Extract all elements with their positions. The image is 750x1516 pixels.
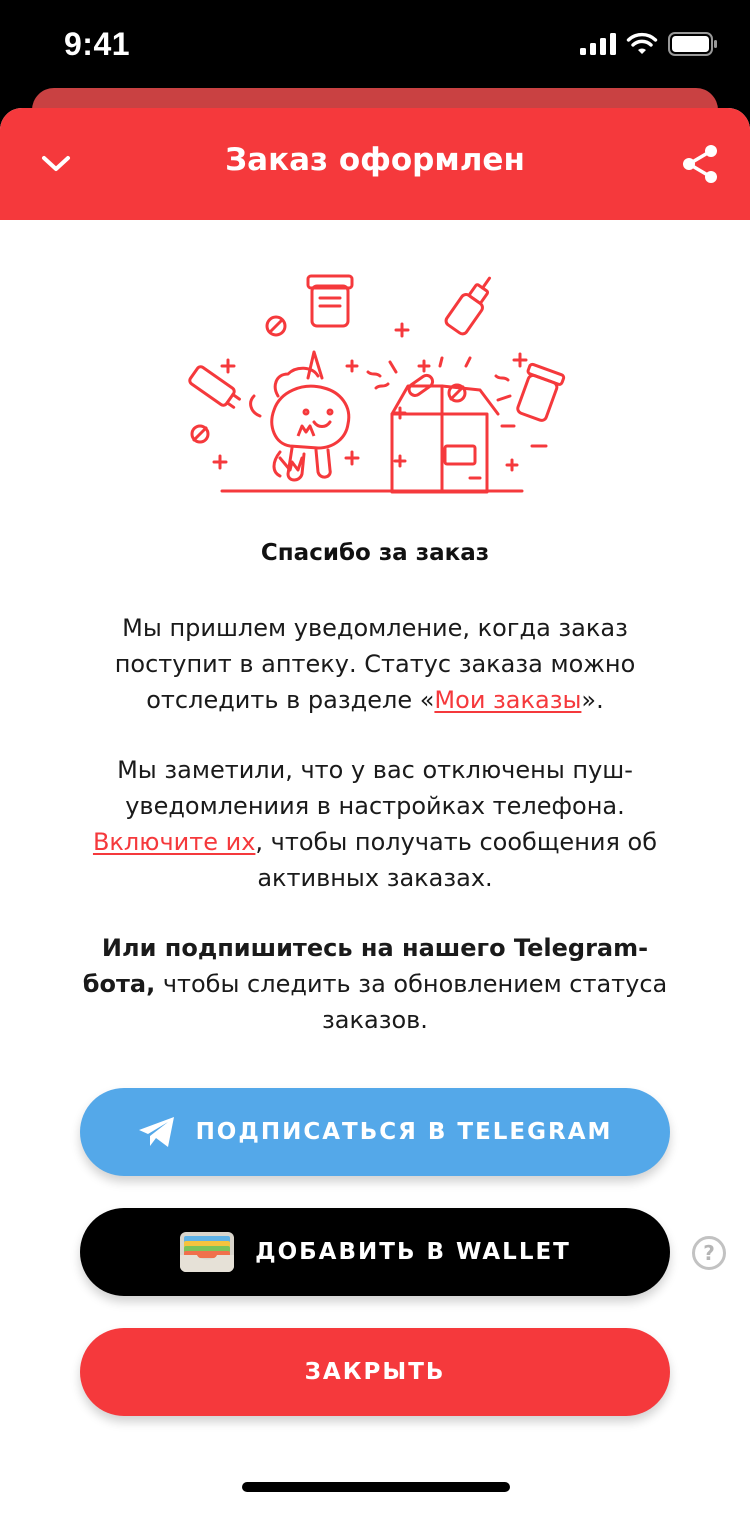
home-indicator [242, 1482, 510, 1492]
my-orders-link[interactable]: Мои заказы [434, 686, 581, 714]
status-icons [580, 32, 718, 56]
subscribe-telegram-button[interactable]: ПОДПИСАТЬСЯ В TELEGRAM [80, 1088, 670, 1176]
telegram-paragraph: Или подпишитесь на нашего Telegram-бота,… [80, 930, 670, 1038]
enable-notifications-link[interactable]: Включите их [93, 828, 255, 856]
header: Заказ оформлен [0, 108, 750, 220]
telegram-icon [138, 1117, 174, 1147]
subscribe-telegram-label: ПОДПИСАТЬСЯ В TELEGRAM [195, 1119, 613, 1145]
notification-paragraph: Мы пришлем уведомление, когда заказ пост… [80, 610, 670, 718]
order-confirmation-sheet: Заказ оформлен Спасибо за заказ Мы пришл… [0, 108, 750, 1516]
add-to-wallet-label: ДОБАВИТЬ В WALLET [255, 1239, 571, 1265]
help-icon[interactable]: ? [692, 1236, 726, 1270]
close-button[interactable]: ЗАКРЫТЬ [80, 1328, 670, 1416]
status-time: 9:41 [64, 26, 131, 62]
push-text-end: , чтобы получать сообщения об активных з… [255, 828, 658, 892]
order-success-illustration [188, 274, 566, 494]
push-paragraph: Мы заметили, что у вас отключены пуш-уве… [80, 752, 670, 896]
signal-icon [580, 33, 616, 55]
share-icon [683, 145, 717, 183]
status-bar: 9:41 [0, 0, 750, 100]
battery-icon [668, 32, 717, 56]
push-text: Мы заметили, что у вас отключены пуш-уве… [117, 756, 633, 820]
add-to-wallet-button[interactable]: ДОБАВИТЬ В WALLET [80, 1208, 670, 1296]
notification-text-end: ». [581, 686, 604, 714]
wifi-icon [626, 32, 658, 54]
close-label: ЗАКРЫТЬ [304, 1359, 446, 1385]
page-title: Заказ оформлен [225, 142, 525, 178]
telegram-text: чтобы следить за обновлением статуса зак… [155, 970, 668, 1034]
wallet-icon [180, 1232, 235, 1272]
share-button[interactable] [674, 138, 726, 190]
thanks-title: Спасибо за заказ [260, 540, 490, 566]
